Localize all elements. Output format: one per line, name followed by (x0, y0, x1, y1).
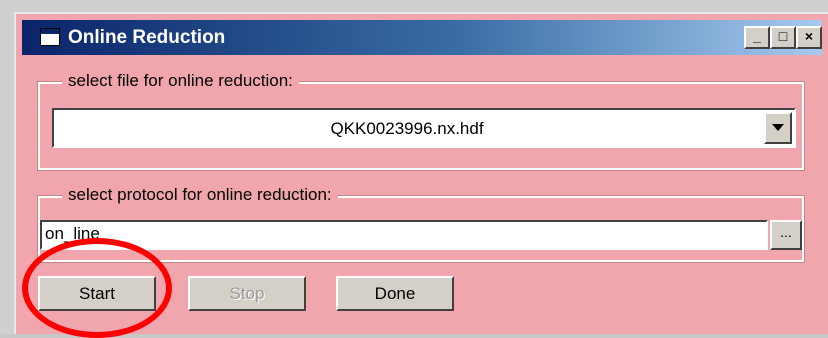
browse-protocol-button[interactable]: ... (770, 220, 802, 250)
file-select-combobox[interactable]: QKK0023996.nx.hdf (52, 108, 796, 148)
selected-file-value: QKK0023996.nx.hdf (330, 119, 484, 138)
done-button[interactable]: Done (336, 276, 454, 311)
maximize-button[interactable]: □ (770, 26, 796, 49)
protocol-group-label: select protocol for online reduction: (62, 184, 338, 206)
protocol-input[interactable]: on_line (40, 220, 768, 250)
minimize-button[interactable]: _ (744, 26, 770, 49)
start-button[interactable]: Start (38, 276, 156, 311)
close-button[interactable]: × (796, 26, 822, 49)
file-group-label: select file for online reduction: (62, 70, 299, 92)
window-icon (40, 28, 60, 46)
chevron-down-icon[interactable] (764, 112, 792, 144)
window-title: Online Reduction (68, 27, 226, 48)
stop-button[interactable]: Stop (188, 276, 306, 311)
title-bar[interactable]: Online Reduction _ □ × (22, 20, 822, 55)
online-reduction-window: Online Reduction _ □ × select file for o… (14, 12, 828, 334)
